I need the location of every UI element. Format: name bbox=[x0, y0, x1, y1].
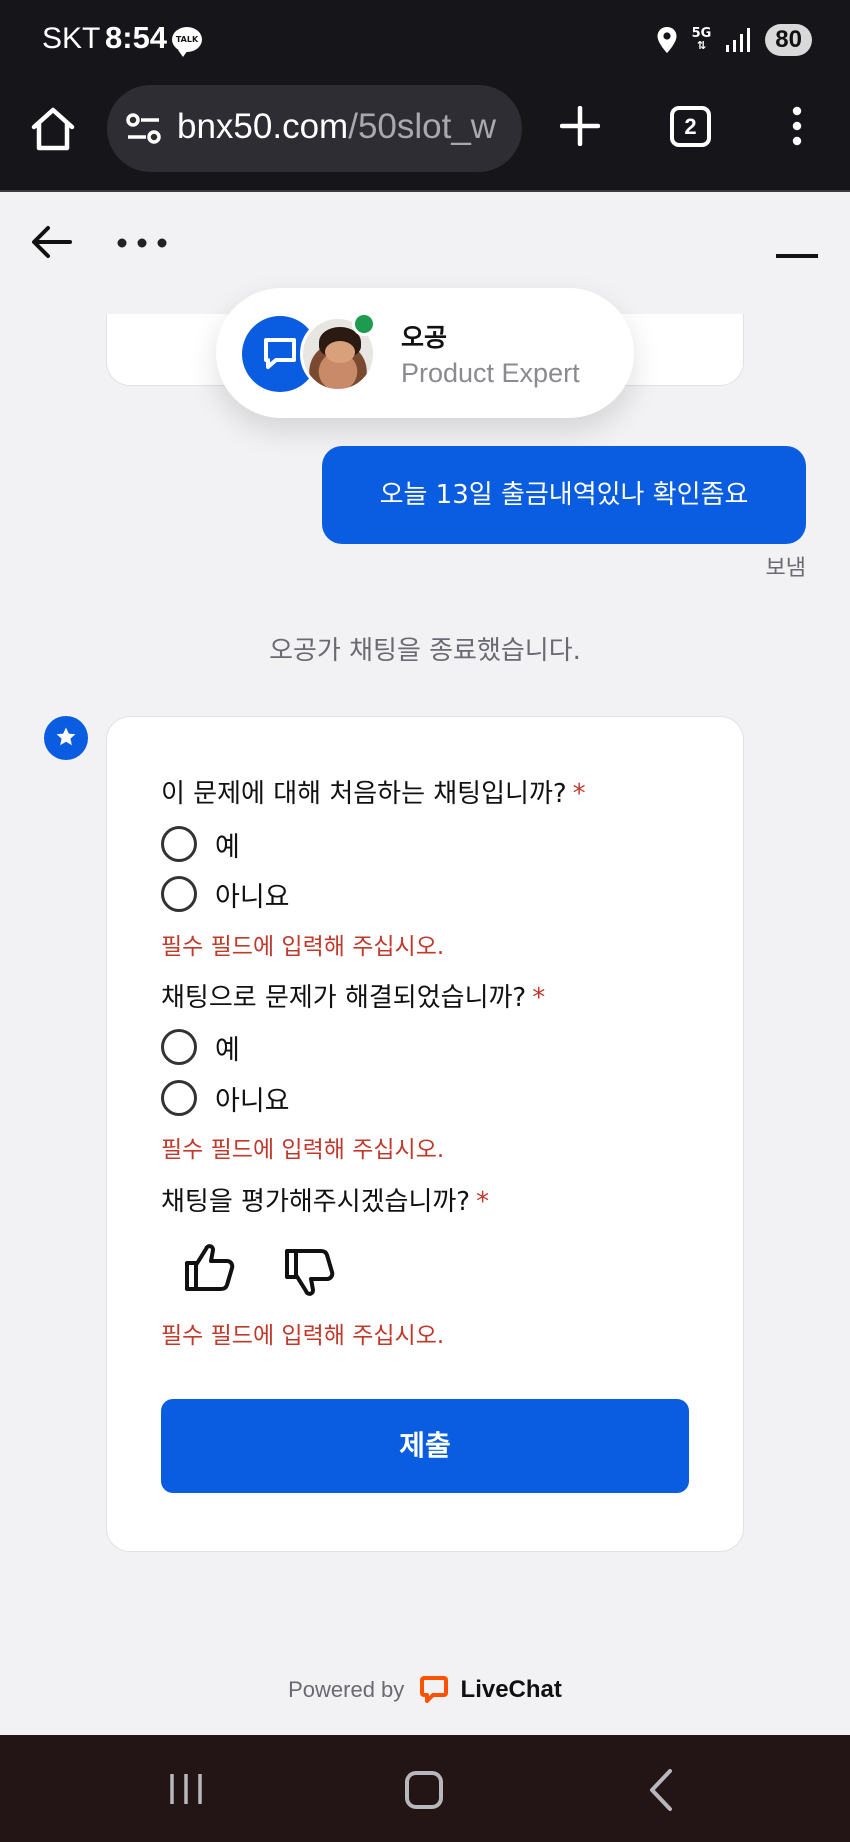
more-vert-icon[interactable] bbox=[784, 106, 810, 146]
talk-notification-icon: TALK bbox=[172, 27, 202, 57]
url-host: bnx50.com bbox=[177, 107, 349, 146]
online-status-dot bbox=[352, 312, 376, 336]
tune-icon[interactable] bbox=[125, 111, 163, 147]
powered-by-text: Powered by bbox=[288, 1677, 405, 1702]
question-1-label: 이 문제에 대해 처음하는 채팅입니까? * bbox=[161, 773, 586, 810]
question-3-label: 채팅을 평가해주시겠습니까? * bbox=[161, 1181, 489, 1218]
option-label: 예 bbox=[215, 831, 240, 863]
home-nav-icon[interactable] bbox=[405, 1771, 443, 1809]
clock: 8:54 bbox=[105, 20, 168, 55]
option-label: 예 bbox=[215, 1034, 240, 1066]
chat-window: 오공 Product Expert 오늘 13일 출금내역있나 확인좀요 보냄 … bbox=[0, 194, 850, 1735]
thumbs-down-icon[interactable] bbox=[281, 1245, 337, 1301]
minimize-icon[interactable] bbox=[776, 254, 818, 258]
plus-icon[interactable] bbox=[560, 106, 600, 146]
option-label: 아니요 bbox=[215, 881, 290, 913]
back-nav-icon[interactable] bbox=[646, 1767, 676, 1813]
radio-button[interactable] bbox=[161, 876, 197, 912]
location-icon bbox=[657, 27, 677, 53]
powered-by-footer[interactable]: Powered by LiveChat bbox=[0, 1676, 850, 1704]
more-options-icon[interactable] bbox=[116, 237, 168, 249]
carrier-label: SKT bbox=[42, 22, 101, 55]
network-5g-icon: 5G ⇅ bbox=[691, 26, 712, 52]
option-label: 아니요 bbox=[215, 1085, 290, 1117]
required-mark: * bbox=[476, 1187, 490, 1217]
battery-indicator: 80 bbox=[765, 24, 812, 56]
q2-option-yes[interactable]: 예 bbox=[161, 1029, 240, 1066]
url-path: /50slot_w bbox=[348, 107, 497, 146]
status-bar: SKT 8:54 TALK 5G ⇅ 80 bbox=[0, 0, 850, 80]
required-mark: * bbox=[572, 779, 586, 809]
q2-error-message: 필수 필드에 입력해 주십시오. bbox=[161, 1137, 445, 1163]
address-bar[interactable]: bnx50.com/50slot_w bbox=[107, 85, 522, 172]
radio-button[interactable] bbox=[161, 826, 197, 862]
thumbs-up-icon[interactable] bbox=[181, 1239, 237, 1295]
agent-role: Product Expert bbox=[401, 358, 580, 388]
browser-toolbar: bnx50.com/50slot_w 2 bbox=[0, 80, 850, 192]
question-1-text: 이 문제에 대해 처음하는 채팅입니까? bbox=[161, 779, 567, 809]
q1-option-no[interactable]: 아니요 bbox=[161, 876, 290, 913]
question-2-label: 채팅으로 문제가 해결되었습니까? * bbox=[161, 977, 545, 1014]
recent-apps-icon[interactable] bbox=[168, 1771, 204, 1807]
home-icon[interactable] bbox=[28, 104, 78, 154]
q3-error-message: 필수 필드에 입력해 주십시오. bbox=[161, 1323, 445, 1349]
radio-button[interactable] bbox=[161, 1029, 197, 1065]
chat-ended-notice: 오공가 채팅을 종료했습니다. bbox=[269, 636, 581, 666]
survey-form: 이 문제에 대해 처음하는 채팅입니까? * 예 아니요 필수 필드에 입력해 주… bbox=[106, 716, 744, 1552]
message-status: 보냄 bbox=[765, 556, 806, 581]
back-arrow-icon[interactable] bbox=[30, 224, 74, 260]
required-mark: * bbox=[532, 983, 546, 1013]
url-text[interactable]: bnx50.com/50slot_w bbox=[177, 107, 496, 147]
user-message-bubble: 오늘 13일 출금내역있나 확인좀요 bbox=[322, 446, 806, 544]
agent-name: 오공 bbox=[401, 323, 448, 352]
question-2-text: 채팅으로 문제가 해결되었습니까? bbox=[161, 983, 527, 1013]
signal-icon bbox=[726, 28, 751, 52]
livechat-brand: LiveChat bbox=[460, 1676, 562, 1703]
q1-error-message: 필수 필드에 입력해 주십시오. bbox=[161, 934, 445, 960]
system-nav-bar bbox=[0, 1735, 850, 1842]
q2-option-no[interactable]: 아니요 bbox=[161, 1080, 290, 1117]
q1-option-yes[interactable]: 예 bbox=[161, 826, 240, 863]
agent-header: 오공 Product Expert bbox=[216, 288, 634, 418]
submit-button[interactable]: 제출 bbox=[161, 1399, 689, 1493]
question-3-text: 채팅을 평가해주시겠습니까? bbox=[161, 1187, 471, 1217]
tabs-icon[interactable]: 2 bbox=[670, 106, 711, 147]
radio-button[interactable] bbox=[161, 1080, 197, 1116]
star-icon bbox=[44, 716, 88, 760]
livechat-logo-icon bbox=[420, 1676, 449, 1704]
